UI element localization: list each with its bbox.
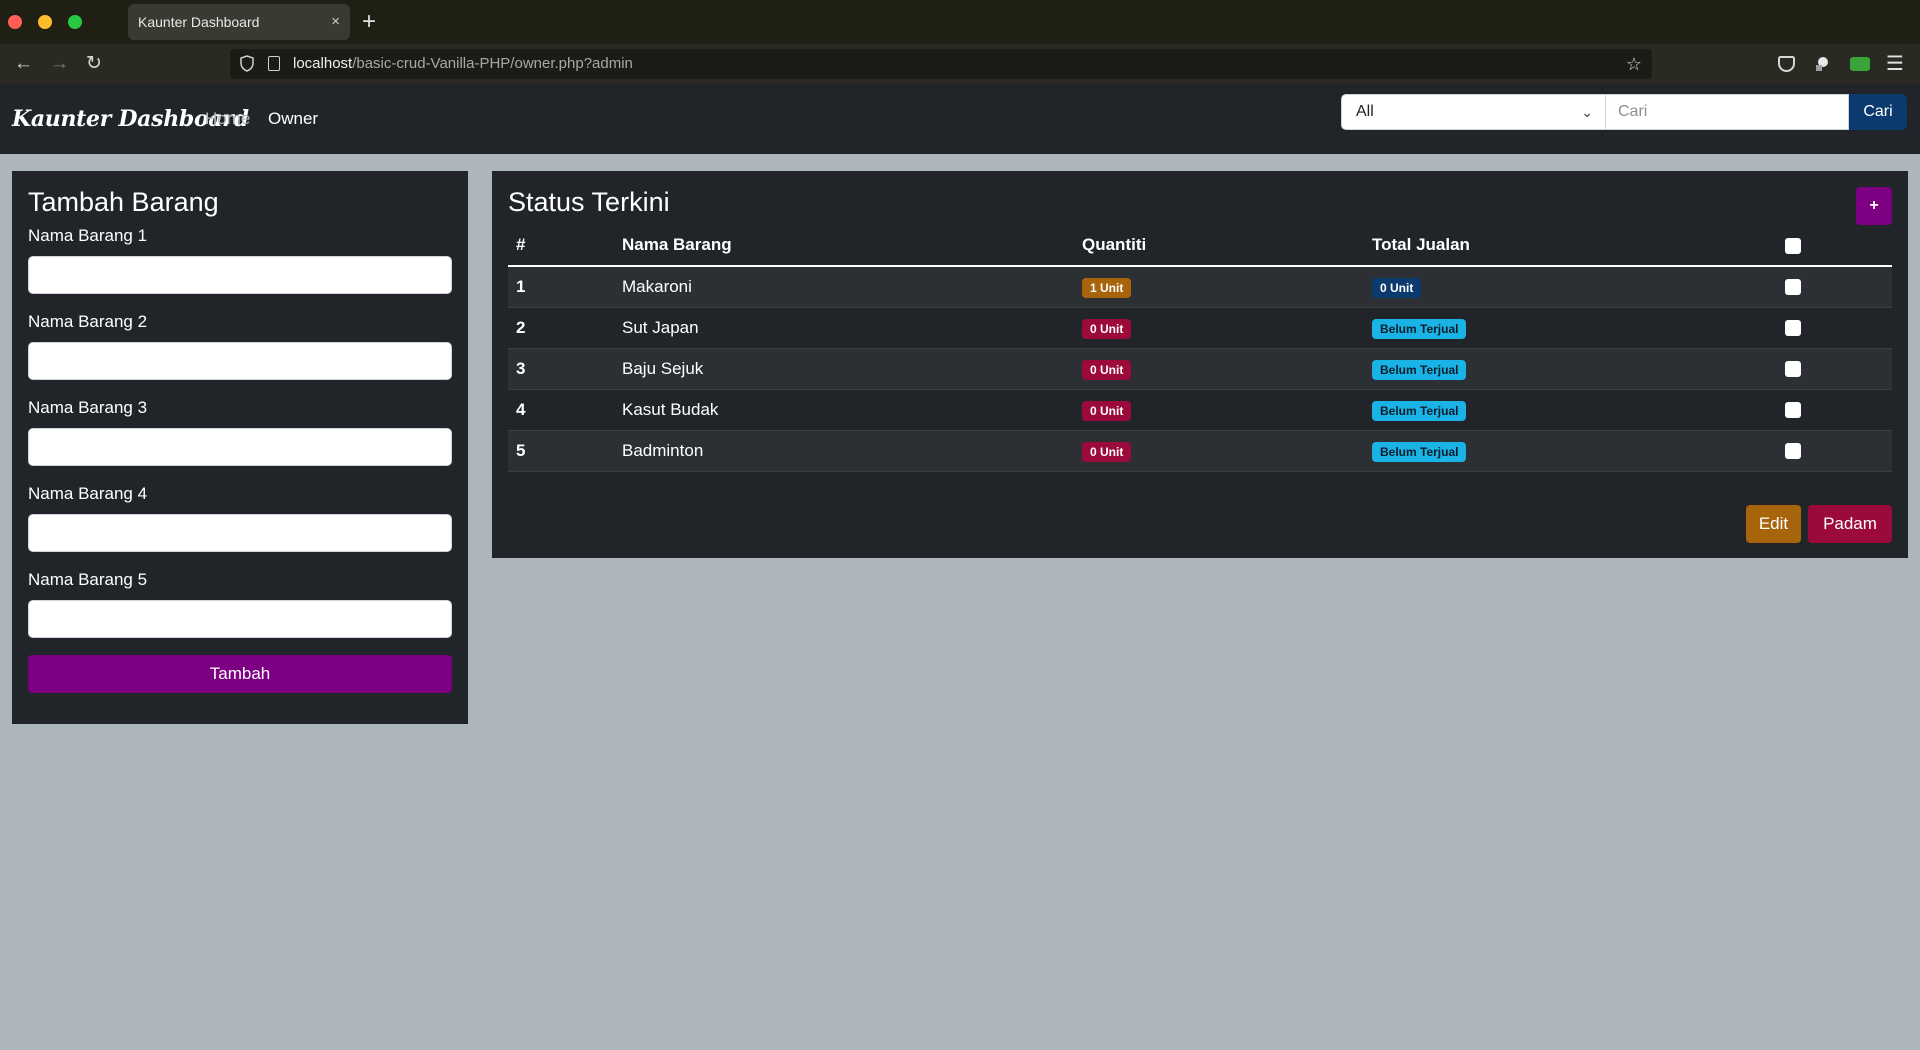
- extension-icon[interactable]: [1812, 54, 1832, 74]
- shield-icon: [240, 55, 254, 72]
- total-sales-badge: Belum Terjual: [1372, 441, 1467, 462]
- total-sales-badge: 0 Unit: [1372, 277, 1422, 298]
- app-navbar: Kaunter Dashboard Home Owner All ⌄ Cari: [0, 84, 1920, 154]
- menu-icon[interactable]: ☰: [1886, 54, 1906, 74]
- status-table: # Nama Barang Quantiti Total Jualan 1 Ma…: [508, 225, 1892, 472]
- nav-link-home[interactable]: Home: [205, 102, 250, 136]
- browser-tab-bar: Kaunter Dashboard × +: [0, 0, 1920, 44]
- column-header-total-sales: Total Jualan: [1372, 235, 1470, 254]
- row-number: 2: [516, 318, 526, 337]
- item-name: Kasut Budak: [622, 400, 719, 419]
- row-number: 4: [516, 400, 526, 419]
- table-row: 5 Badminton 0 Unit Belum Terjual: [508, 431, 1892, 472]
- search-button[interactable]: Cari: [1849, 94, 1907, 130]
- row-checkbox[interactable]: [1785, 361, 1801, 377]
- row-number: 1: [516, 277, 526, 296]
- item-2-label: Nama Barang 2: [28, 312, 148, 331]
- star-icon[interactable]: ☆: [1626, 49, 1642, 79]
- table-row: 4 Kasut Budak 0 Unit Belum Terjual: [508, 390, 1892, 431]
- edit-button[interactable]: Edit: [1746, 505, 1801, 543]
- back-icon[interactable]: ←: [14, 50, 33, 78]
- tab-close-icon[interactable]: ×: [331, 4, 340, 40]
- browser-toolbar: ← → ↻ localhost/basic-crud-Vanilla-PHP/o…: [0, 44, 1920, 84]
- row-number: 3: [516, 359, 526, 378]
- item-5-label: Nama Barang 5: [28, 570, 148, 589]
- table-row: 1 Makaroni 1 Unit 0 Unit: [508, 267, 1892, 308]
- status-title: Status Terkini: [508, 187, 670, 217]
- filter-selected-value: All: [1356, 103, 1374, 120]
- add-item-button[interactable]: Tambah: [28, 655, 452, 693]
- row-number: 5: [516, 441, 526, 460]
- item-3-label: Nama Barang 3: [28, 398, 148, 417]
- status-card: Status Terkini + # Nama Barang Quantiti …: [492, 171, 1908, 558]
- item-5-input[interactable]: [28, 600, 452, 638]
- maximize-window-icon[interactable]: [68, 15, 82, 29]
- page-icon: [268, 56, 280, 71]
- quantity-badge: 0 Unit: [1082, 400, 1132, 421]
- total-sales-badge: Belum Terjual: [1372, 359, 1467, 380]
- add-item-title: Tambah Barang: [28, 187, 219, 217]
- row-checkbox[interactable]: [1785, 320, 1801, 336]
- category-filter-select[interactable]: All ⌄: [1341, 94, 1606, 130]
- total-sales-badge: Belum Terjual: [1372, 318, 1467, 339]
- item-1-label: Nama Barang 1: [28, 226, 148, 245]
- column-header-name: Nama Barang: [622, 235, 732, 254]
- minimize-window-icon[interactable]: [38, 15, 52, 29]
- delete-button[interactable]: Padam: [1808, 505, 1892, 543]
- green-extension-icon[interactable]: [1850, 57, 1870, 71]
- quantity-badge: 1 Unit: [1082, 277, 1132, 298]
- quantity-badge: 0 Unit: [1082, 359, 1132, 380]
- add-item-card: Tambah Barang Nama Barang 1 Nama Barang …: [12, 171, 468, 724]
- url-bar[interactable]: localhost/basic-crud-Vanilla-PHP/owner.p…: [230, 49, 1652, 79]
- select-all-checkbox[interactable]: [1785, 238, 1801, 254]
- search-input[interactable]: [1606, 94, 1849, 130]
- new-tab-icon[interactable]: +: [362, 6, 376, 38]
- tab-title: Kaunter Dashboard: [138, 14, 260, 30]
- browser-tab[interactable]: Kaunter Dashboard ×: [128, 4, 350, 40]
- item-1-input[interactable]: [28, 256, 452, 294]
- total-sales-badge: Belum Terjual: [1372, 400, 1467, 421]
- item-4-input[interactable]: [28, 514, 452, 552]
- close-window-icon[interactable]: [8, 15, 22, 29]
- forward-icon[interactable]: →: [50, 50, 69, 78]
- quantity-badge: 0 Unit: [1082, 441, 1132, 462]
- item-2-input[interactable]: [28, 342, 452, 380]
- row-checkbox[interactable]: [1785, 402, 1801, 418]
- table-header-row: # Nama Barang Quantiti Total Jualan: [508, 225, 1892, 267]
- item-name: Baju Sejuk: [622, 359, 704, 378]
- column-header-quantity: Quantiti: [1082, 235, 1147, 254]
- add-row-button[interactable]: +: [1856, 187, 1892, 225]
- item-name: Makaroni: [622, 277, 692, 296]
- nav-link-owner[interactable]: Owner: [268, 102, 318, 136]
- row-checkbox[interactable]: [1785, 443, 1801, 459]
- item-3-input[interactable]: [28, 428, 452, 466]
- item-4-label: Nama Barang 4: [28, 484, 148, 503]
- chevron-down-icon: ⌄: [1581, 104, 1593, 120]
- item-name: Sut Japan: [622, 318, 699, 337]
- pocket-icon[interactable]: [1778, 56, 1795, 72]
- row-checkbox[interactable]: [1785, 279, 1801, 295]
- item-name: Badminton: [622, 441, 704, 460]
- quantity-badge: 0 Unit: [1082, 318, 1132, 339]
- column-header-number: #: [516, 235, 526, 254]
- table-row: 2 Sut Japan 0 Unit Belum Terjual: [508, 308, 1892, 349]
- url-text[interactable]: localhost/basic-crud-Vanilla-PHP/owner.p…: [293, 49, 633, 79]
- reload-icon[interactable]: ↻: [86, 50, 102, 78]
- table-row: 3 Baju Sejuk 0 Unit Belum Terjual: [508, 349, 1892, 390]
